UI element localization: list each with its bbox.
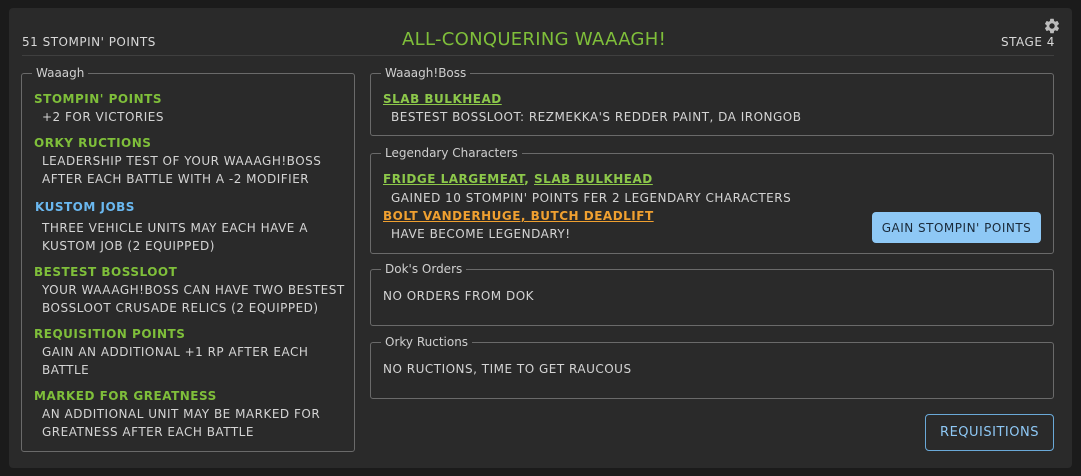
orky-ructions-legend: Orky Ructions	[381, 335, 473, 349]
section-text-orky-ructions: LEADERSHIP TEST OF YOUR WAAAGH!BOSS AFTE…	[42, 152, 321, 188]
text-line: THREE VEHICLE UNITS MAY EACH HAVE A	[42, 221, 308, 235]
section-text-bestest-bossloot: YOUR WAAAGH!BOSS CAN HAVE TWO BESTEST BO…	[42, 281, 345, 317]
section-heading-stompin-points: STOMPIN' POINTS	[34, 92, 162, 106]
section-heading-bestest-bossloot: BESTEST BOSSLOOT	[34, 265, 178, 279]
text-line: GAIN AN ADDITIONAL +1 RP AFTER EACH	[42, 345, 309, 359]
stage-label: STAGE 4	[1001, 35, 1055, 49]
stompin-points-total: 51 STOMPIN' POINTS	[22, 35, 156, 49]
text-line: LEADERSHIP TEST OF YOUR WAAAGH!BOSS	[42, 154, 322, 168]
text-line: YOUR WAAAGH!BOSS CAN HAVE TWO BESTEST	[42, 283, 345, 297]
section-heading-kustom-jobs[interactable]: KUSTOM JOBS	[35, 200, 135, 214]
doks-orders-legend: Dok's Orders	[381, 262, 467, 276]
boss-bossloot-text: BESTEST BOSSLOOT: REZMEKKA'S REDDER PAIN…	[391, 110, 802, 124]
section-text-kustom-jobs: THREE VEHICLE UNITS MAY EACH HAVE A KUST…	[42, 219, 308, 255]
section-heading-requisition-points: REQUISITION POINTS	[34, 327, 186, 341]
text-line: KUSTOM JOB (2 EQUIPPED)	[42, 239, 215, 253]
legendary-group1-names: FRIDGE LARGEMEAT, SLAB BULKHEAD	[383, 172, 653, 186]
character-link-fridge-largemeat[interactable]: FRIDGE LARGEMEAT	[383, 172, 524, 186]
text-line: BATTLE	[42, 363, 90, 377]
gear-icon[interactable]	[1043, 17, 1061, 35]
section-heading-orky-ructions: ORKY RUCTIONS	[34, 136, 152, 150]
orky-ructions-text: NO RUCTIONS, TIME TO GET RAUCOUS	[383, 362, 632, 376]
section-heading-marked-for-greatness: MARKED FOR GREATNESS	[34, 389, 217, 403]
text-line: AN ADDITIONAL UNIT MAY BE MARKED FOR	[42, 407, 321, 421]
legendary-group2-text: HAVE BECOME LEGENDARY!	[391, 227, 571, 241]
legendary-group2-names: BOLT VANDERHUGE, BUTCH DEADLIFT	[383, 209, 654, 223]
name-separator: ,	[524, 172, 535, 186]
doks-orders-text: NO ORDERS FROM DOK	[383, 289, 535, 303]
text-line: BOSSLOOT CRUSADE RELICS (2 EQUIPPED)	[42, 301, 319, 315]
text-line: +2 FOR VICTORIES	[42, 110, 164, 124]
waaagh-panel-legend: Waaagh	[32, 66, 89, 80]
section-text-requisition-points: GAIN AN ADDITIONAL +1 RP AFTER EACH BATT…	[42, 343, 308, 379]
waaagh-boss-legend: Waaagh!Boss	[381, 66, 471, 80]
header-divider	[22, 55, 1054, 56]
legendary-group1-text: GAINED 10 STOMPIN' POINTS FER 2 LEGENDAR…	[391, 191, 792, 205]
text-line: AFTER EACH BATTLE WITH A -2 MODIFIER	[42, 172, 310, 186]
character-link-slab-bulkhead[interactable]: SLAB BULKHEAD	[534, 172, 653, 186]
page-title: ALL-CONQUERING WAAAGH!	[402, 29, 667, 50]
character-link-bolt-butch[interactable]: BOLT VANDERHUGE, BUTCH DEADLIFT	[383, 209, 654, 223]
text-line: GREATNESS AFTER EACH BATTLE	[42, 425, 254, 439]
section-text-stompin-points: +2 FOR VICTORIES	[42, 108, 164, 126]
boss-name-link[interactable]: SLAB BULKHEAD	[383, 92, 502, 106]
legendary-characters-legend: Legendary Characters	[381, 146, 522, 160]
boss-name[interactable]: SLAB BULKHEAD	[383, 92, 502, 106]
section-text-marked-for-greatness: AN ADDITIONAL UNIT MAY BE MARKED FOR GRE…	[42, 405, 320, 441]
requisitions-button[interactable]: REQUISITIONS	[925, 414, 1054, 451]
gain-stompin-points-button[interactable]: GAIN STOMPIN' POINTS	[872, 212, 1041, 243]
